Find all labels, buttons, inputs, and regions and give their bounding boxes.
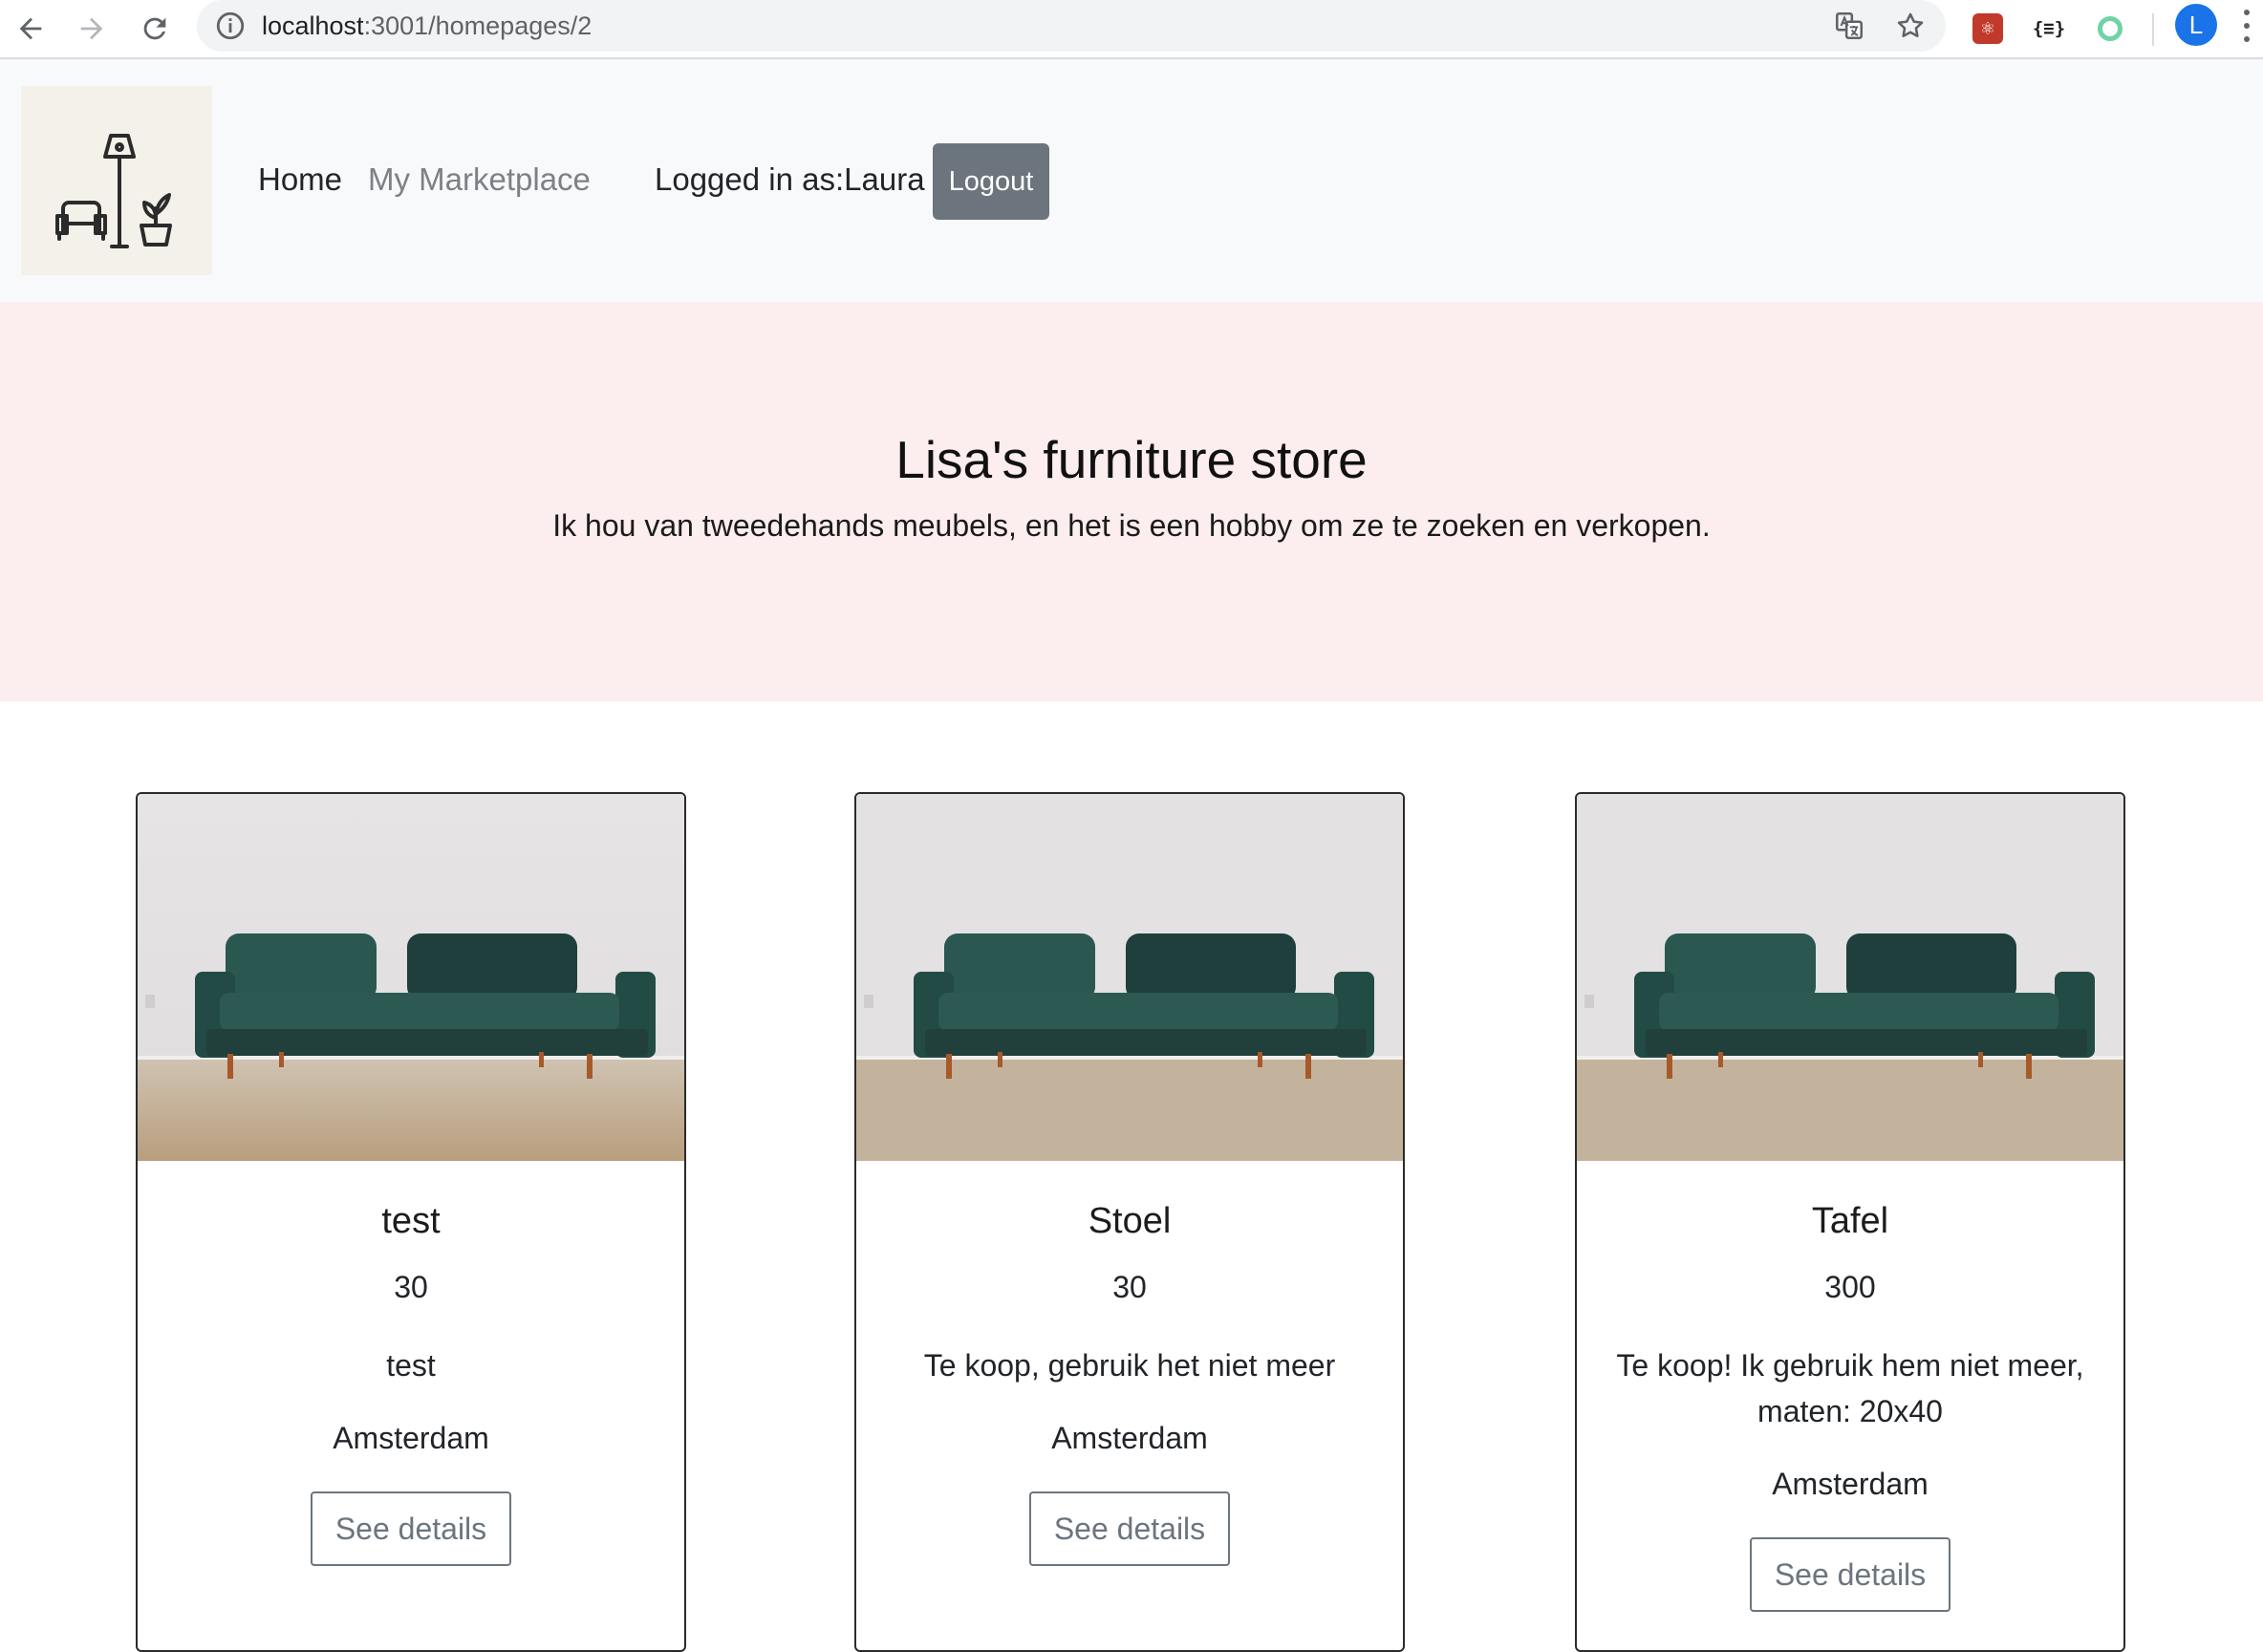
see-details-button[interactable]: See details [1028, 1491, 1231, 1566]
logout-button[interactable]: Logout [933, 143, 1049, 220]
ring-extension-icon [2098, 16, 2123, 41]
product-card: Tafel 300 Te koop! Ik gebruik hem niet m… [1575, 792, 2125, 1652]
product-description: Te koop, gebruik het niet meer [923, 1348, 1336, 1383]
store-description: Ik hou van tweedehands meubels, en het i… [552, 508, 1711, 543]
url-host: localhost [262, 11, 364, 40]
reload-button[interactable] [132, 6, 178, 52]
react-devtools-icon: ⚛ [1972, 13, 2003, 44]
address-bar[interactable]: localhost:3001/homepages/2 [197, 0, 1946, 52]
product-price: 30 [394, 1270, 428, 1304]
product-location: Amsterdam [1772, 1467, 1929, 1501]
product-info: Stoel 30 Te koop, gebruik het niet meer … [856, 1197, 1403, 1566]
profile-avatar[interactable]: L [2175, 4, 2217, 46]
reload-icon [143, 17, 166, 40]
extension-react-button[interactable]: ⚛ [1965, 6, 2011, 52]
see-details-button[interactable]: See details [1749, 1537, 1951, 1612]
info-icon[interactable] [214, 10, 247, 42]
site-navbar: Home My Marketplace Logged in as:Laura L… [0, 59, 2263, 302]
product-info: Tafel 300 Te koop! Ik gebruik hem niet m… [1577, 1197, 2123, 1612]
see-details-button[interactable]: See details [310, 1491, 512, 1566]
nav-link-home[interactable]: Home [258, 159, 342, 201]
product-title: test [381, 1201, 441, 1241]
json-viewer-icon: {≡} [2032, 18, 2066, 39]
product-title: Stoel [1088, 1201, 1172, 1241]
kebab-menu-icon[interactable] [2242, 10, 2252, 42]
star-icon[interactable] [1894, 10, 1927, 42]
product-card: Stoel 30 Te koop, gebruik het niet meer … [854, 792, 1405, 1652]
extension-ring-button[interactable] [2087, 6, 2133, 52]
product-card: test 30 test Amsterdam See details [136, 792, 686, 1652]
store-title: Lisa's furniture store [895, 430, 1368, 489]
arrow-right-icon [80, 17, 103, 40]
product-photo[interactable] [1577, 794, 2123, 1161]
product-location: Amsterdam [333, 1421, 489, 1455]
arrow-left-icon [19, 17, 42, 40]
sofa-image [138, 794, 684, 1161]
store-logo[interactable] [21, 86, 212, 275]
product-price: 300 [1824, 1270, 1876, 1304]
product-title: Tafel [1811, 1201, 1889, 1241]
url-text[interactable]: localhost:3001/homepages/2 [262, 0, 592, 52]
product-description: test [386, 1348, 436, 1383]
sofa-image [1577, 794, 2123, 1161]
toolbar-divider [2152, 13, 2154, 46]
url-path: :3001/homepages/2 [363, 11, 593, 40]
nav-link-my-marketplace[interactable]: My Marketplace [368, 159, 591, 201]
browser-toolbar: localhost:3001/homepages/2 ⚛ {≡} L [0, 0, 2263, 59]
product-description: Te koop! Ik gebruik hem niet meer, maten… [1616, 1348, 2084, 1428]
translate-icon[interactable] [1833, 10, 1865, 42]
sofa-image [856, 794, 1403, 1161]
logged-in-status: Logged in as:Laura [655, 161, 925, 197]
product-photo[interactable] [856, 794, 1403, 1161]
product-info: test 30 test Amsterdam See details [138, 1197, 684, 1566]
back-button[interactable] [8, 6, 54, 52]
extension-json-button[interactable]: {≡} [2026, 6, 2072, 52]
hero-banner: Lisa's furniture store Ik hou van tweede… [0, 302, 2263, 701]
product-location: Amsterdam [1051, 1421, 1208, 1455]
furniture-logo-icon [55, 134, 172, 248]
product-price: 30 [1112, 1270, 1147, 1304]
forward-button[interactable] [69, 6, 115, 52]
product-photo[interactable] [138, 794, 684, 1161]
